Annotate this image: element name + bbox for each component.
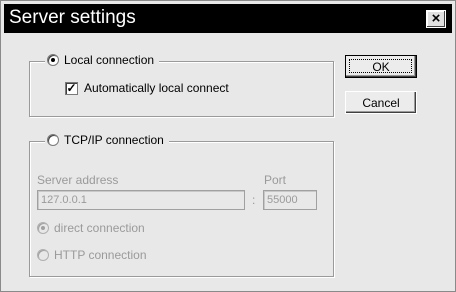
cancel-button[interactable]: Cancel bbox=[345, 91, 417, 114]
server-address-label: Server address bbox=[37, 173, 119, 187]
checkmark-icon: ✓ bbox=[66, 80, 77, 95]
dialog-title: Server settings bbox=[9, 7, 136, 28]
direct-connection-option[interactable]: direct connection bbox=[37, 221, 145, 235]
local-connection-option[interactable]: Local connection bbox=[45, 53, 160, 67]
http-connection-label: HTTP connection bbox=[54, 248, 147, 262]
focus-rectangle bbox=[349, 59, 412, 73]
close-icon: × bbox=[431, 10, 441, 27]
auto-local-connect-option[interactable]: ✓ Automatically local connect bbox=[65, 81, 229, 95]
ok-button[interactable]: OK bbox=[345, 55, 417, 78]
port-label: Port bbox=[264, 173, 287, 187]
port-input[interactable]: 55000 bbox=[263, 190, 317, 210]
local-connection-label: Local connection bbox=[64, 53, 155, 67]
server-address-input[interactable]: 127.0.0.1 bbox=[37, 190, 245, 210]
http-connection-radio[interactable] bbox=[37, 249, 49, 261]
tcp-ip-connection-label: TCP/IP connection bbox=[64, 133, 164, 147]
cancel-button-label: Cancel bbox=[362, 95, 400, 110]
local-connection-radio[interactable] bbox=[47, 54, 59, 66]
auto-local-connect-label: Automatically local connect bbox=[84, 81, 229, 95]
title-bar[interactable]: Server settings × bbox=[4, 4, 452, 33]
tcp-ip-connection-option[interactable]: TCP/IP connection bbox=[45, 133, 169, 147]
server-settings-dialog: Server settings × Local connection ✓ Aut… bbox=[0, 0, 456, 292]
http-connection-option[interactable]: HTTP connection bbox=[37, 248, 147, 262]
direct-connection-label: direct connection bbox=[54, 221, 145, 235]
direct-connection-radio[interactable] bbox=[37, 222, 49, 234]
address-port-separator: : bbox=[252, 193, 256, 207]
close-button[interactable]: × bbox=[426, 10, 446, 28]
tcp-ip-connection-radio[interactable] bbox=[47, 134, 59, 146]
auto-local-connect-checkbox[interactable]: ✓ bbox=[65, 80, 78, 95]
